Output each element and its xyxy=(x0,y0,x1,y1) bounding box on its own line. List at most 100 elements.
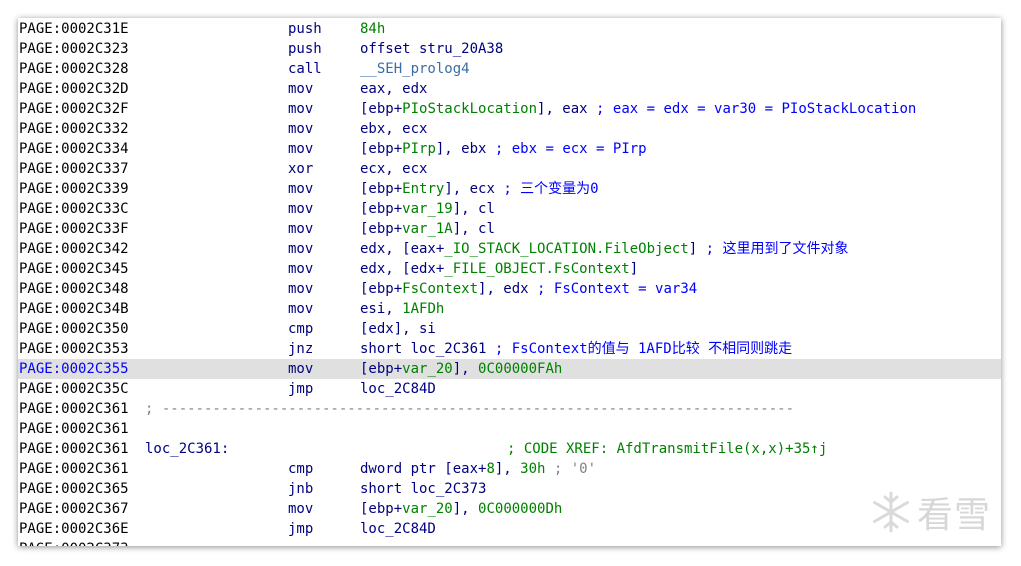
listing-line[interactable]: PAGE:0002C337 xor ecx, ecx xyxy=(18,159,1001,179)
operands: short loc_2C373 xyxy=(360,479,486,499)
operand-part: ], edx xyxy=(478,281,538,297)
mnemonic: jnz xyxy=(288,341,314,357)
listing-line[interactable]: PAGE:0002C367 mov [ebp+var_20], 0C000000Dh xyxy=(18,499,1001,519)
address: PAGE:0002C345 xyxy=(19,261,129,277)
listing-line[interactable]: PAGE:0002C355 mov [ebp+var_20], 0C00000FAh xyxy=(18,359,1001,379)
listing-line[interactable]: PAGE:0002C328 call __SEH_prolog4 xyxy=(18,59,1001,79)
listing-line[interactable]: PAGE:0002C323 push offset stru_20A38 xyxy=(18,39,1001,59)
comment: short loc_2C361 ; FsContext的值与 1AFD比较 不相… xyxy=(360,341,792,357)
listing-line[interactable]: PAGE:0002C32D mov eax, edx xyxy=(18,79,1001,99)
listing-line[interactable]: PAGE:0002C348 mov [ebp+FsContext], edx ; F… xyxy=(18,279,1001,299)
address: PAGE:0002C365 xyxy=(19,481,129,497)
address: PAGE:0002C373 xyxy=(19,539,129,546)
operands: [ebp+FsContext], edx ; FsContext = var34 xyxy=(360,279,697,299)
listing-line[interactable]: PAGE:0002C361 xyxy=(18,419,1001,439)
operand-part: var_1A xyxy=(402,221,453,237)
listing-line[interactable]: PAGE:0002C33F mov [ebp+var_1A], cl xyxy=(18,219,1001,239)
comment-text: ; 这里用到了文件对象 xyxy=(705,241,849,257)
mnemonic: mov xyxy=(288,141,314,157)
address: PAGE:0002C32F xyxy=(19,101,129,117)
operand-part: Entry xyxy=(402,181,445,197)
listing-line[interactable]: PAGE:0002C33C mov [ebp+var_19], cl xyxy=(18,199,1001,219)
operands: edx, [edx+_FILE_OBJECT.FsContext] xyxy=(360,259,638,279)
comment: ] ; 这里用到了文件对象 xyxy=(689,241,849,257)
mnemonic: mov xyxy=(288,121,314,137)
operand-part: [ebp+ xyxy=(360,141,403,157)
listing-line[interactable]: PAGE:0002C345 mov edx, [edx+_FILE_OBJECT.F… xyxy=(18,259,1001,279)
mnemonic: jnb xyxy=(288,481,314,497)
mnemonic: mov xyxy=(288,221,314,237)
mnemonic: mov xyxy=(288,501,314,517)
address: PAGE:0002C34B xyxy=(19,301,129,317)
listing-line[interactable]: PAGE:0002C361 loc_2C361: ; CODE XREF: AfdT… xyxy=(18,439,1001,459)
address: PAGE:0002C33F xyxy=(19,221,129,237)
operands: [ebp+PIrp], ebx ; ebx = ecx = PIrp xyxy=(360,139,647,159)
operand-part: ], xyxy=(494,461,521,477)
operand-part: loc_2C84D xyxy=(360,381,436,397)
operand-part: eax, edx xyxy=(360,81,428,97)
address: PAGE:0002C342 xyxy=(19,241,129,257)
operand-part: dword ptr [eax+ xyxy=(360,461,487,477)
operands: loc_2C84D xyxy=(360,519,436,539)
listing-line[interactable]: PAGE:0002C373 xyxy=(18,539,1001,546)
mnemonic: mov xyxy=(288,241,314,257)
address: PAGE:0002C350 xyxy=(19,321,129,337)
operands: loc_2C84D xyxy=(360,379,436,399)
operand-part: 8 xyxy=(486,461,495,477)
operand-part: [ebp+ xyxy=(360,501,403,517)
mnemonic: cmp xyxy=(288,461,314,477)
operand-part: edx, [edx+ xyxy=(360,261,445,277)
address: PAGE:0002C337 xyxy=(19,161,129,177)
operands: [ebp+PIoStackLocation], eax ; eax = edx … xyxy=(360,99,916,119)
operand-part: [ebp+ xyxy=(360,101,403,117)
operand-part: ], ebx xyxy=(435,141,495,157)
address: PAGE:0002C35C xyxy=(19,381,129,397)
operand-part: var_19 xyxy=(402,201,453,217)
operand-part: _FILE_OBJECT.FsContext xyxy=(444,261,630,277)
xref-comment[interactable]: ; CODE XREF: AfdTransmitFile(x,x)+35↑j xyxy=(507,439,827,459)
separator-line: ; --------------------------------------… xyxy=(145,401,795,417)
operand-part: [edx], si xyxy=(360,321,436,337)
listing-line[interactable]: PAGE:0002C334 mov [ebp+PIrp], ebx ; ebx = … xyxy=(18,139,1001,159)
comment-text: ; FsContext = var34 xyxy=(537,281,698,297)
listing-line[interactable]: PAGE:0002C342 mov edx, [eax+_IO_STACK_LOCA… xyxy=(18,239,1001,259)
operands: __SEH_prolog4 xyxy=(360,59,470,79)
operand-part: short loc_2C373 xyxy=(360,481,487,497)
listing-line[interactable]: PAGE:0002C32F mov [ebp+PIoStackLocation], … xyxy=(18,99,1001,119)
mnemonic: cmp xyxy=(288,321,314,337)
address: PAGE:0002C361 xyxy=(19,401,129,417)
listing-line[interactable]: PAGE:0002C36E jmp loc_2C84D xyxy=(18,519,1001,539)
listing-line[interactable]: PAGE:0002C353 jnz short loc_2C361 ; FsCont… xyxy=(18,339,1001,359)
operand-part: ], eax xyxy=(537,101,597,117)
listing-line[interactable]: PAGE:0002C35C jmp loc_2C84D xyxy=(18,379,1001,399)
listing-line[interactable]: PAGE:0002C350 cmp [edx], si xyxy=(18,319,1001,339)
mnemonic: xor xyxy=(288,161,314,177)
operand-part: ], xyxy=(452,361,479,377)
mnemonic: mov xyxy=(288,261,314,277)
operand-part: var_20 xyxy=(402,361,453,377)
listing-line[interactable]: PAGE:0002C361 ; -------------------------… xyxy=(18,399,1001,419)
operand-part: 0C00000FAh xyxy=(478,361,563,377)
listing-line[interactable]: PAGE:0002C332 mov ebx, ecx xyxy=(18,119,1001,139)
operands: offset stru_20A38 xyxy=(360,39,503,59)
comment-text: ; eax = edx = var30 = PIoStackLocation xyxy=(596,101,917,117)
listing-line[interactable]: PAGE:0002C34B mov esi, 1AFDh xyxy=(18,299,1001,319)
operand-part: ], ecx xyxy=(444,181,504,197)
operand-part: PIrp xyxy=(402,141,436,157)
address: PAGE:0002C36E xyxy=(19,521,129,537)
address: PAGE:0002C33C xyxy=(19,201,129,217)
code-label[interactable]: loc_2C361: xyxy=(145,439,229,459)
mnemonic: push xyxy=(288,41,322,57)
disassembly-window: PAGE:0002C31E push 84h PAGE:0002C323 push off… xyxy=(18,18,1001,546)
comment: ], eax ; eax = edx = var30 = PIoStackLoc… xyxy=(537,101,916,117)
listing-line[interactable]: PAGE:0002C31E push 84h xyxy=(18,19,1001,39)
operands: dword ptr [eax+8], 30h ; '0' xyxy=(360,459,596,479)
listing-line[interactable]: PAGE:0002C361 cmp dword ptr [eax+8], 30h ;… xyxy=(18,459,1001,479)
listing-line[interactable]: PAGE:0002C339 mov [ebp+Entry], ecx ; 三个变量为… xyxy=(18,179,1001,199)
operands: edx, [eax+_IO_STACK_LOCATION.FileObject]… xyxy=(360,239,848,259)
mnemonic: mov xyxy=(288,361,314,377)
operand-part: ], cl xyxy=(452,221,495,237)
listing-line[interactable]: PAGE:0002C365 jnb short loc_2C373 xyxy=(18,479,1001,499)
address: PAGE:0002C332 xyxy=(19,121,129,137)
address: PAGE:0002C361 xyxy=(19,441,129,457)
